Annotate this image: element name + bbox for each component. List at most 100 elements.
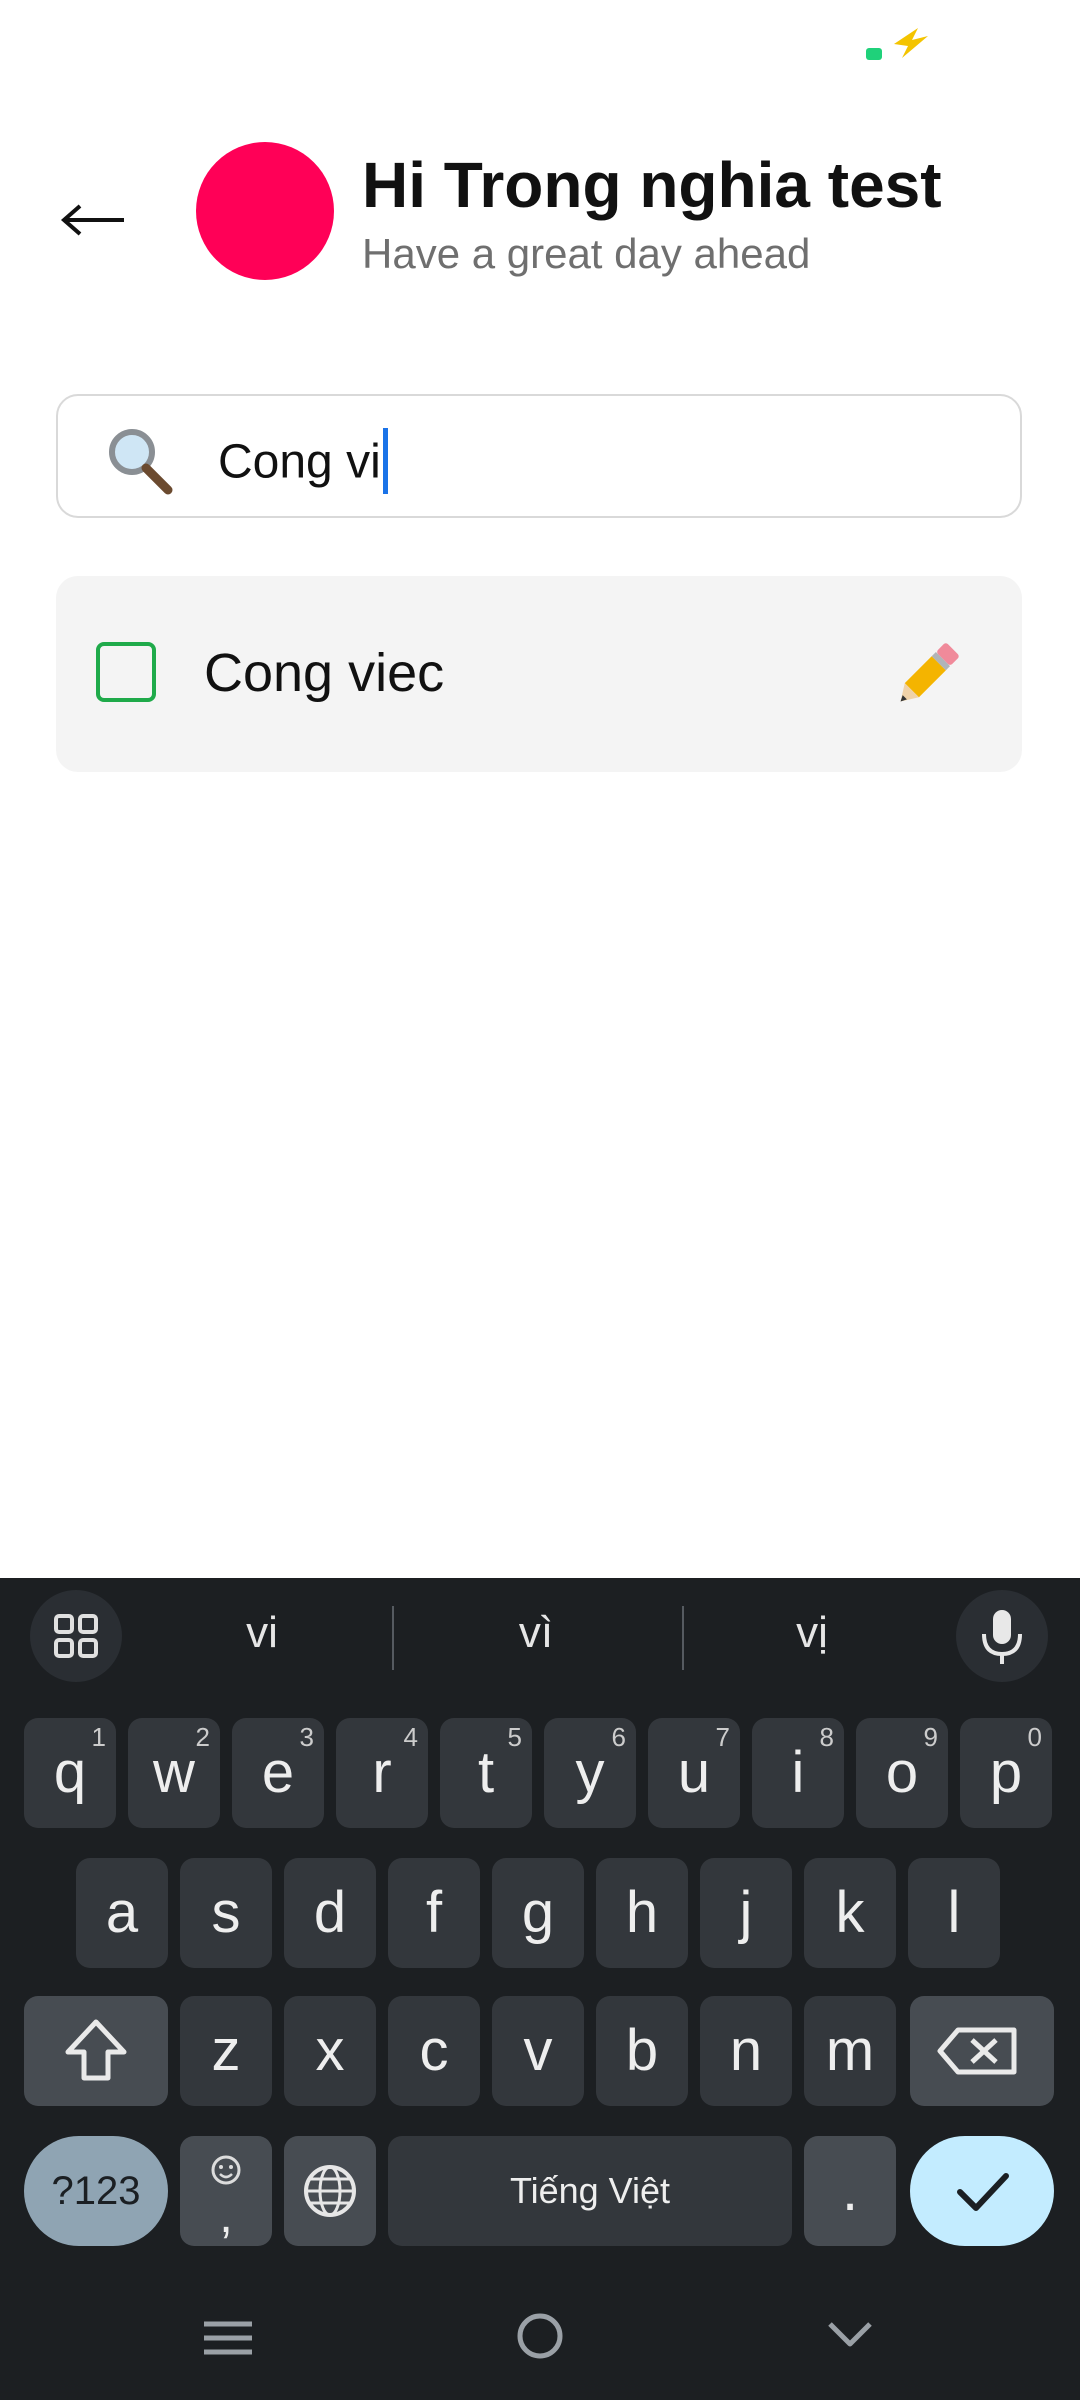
- greeting-subtitle: Have a great day ahead: [362, 230, 811, 277]
- menu-icon[interactable]: [198, 2314, 258, 2364]
- key-number-hint: 4: [403, 1722, 418, 1752]
- key-label: m: [825, 2018, 875, 2083]
- key-u[interactable]: u7: [648, 1718, 740, 1828]
- key-label: c: [419, 2018, 449, 2083]
- symbols-key[interactable]: ?123: [24, 2136, 168, 2246]
- chevron-down-icon[interactable]: [820, 2310, 880, 2360]
- key-label: e: [261, 1740, 295, 1805]
- period-key[interactable]: .: [804, 2136, 896, 2246]
- search-icon: [109, 429, 173, 495]
- greeting-title: Hi Trong nghia test: [362, 149, 942, 221]
- globe-icon: [304, 2165, 356, 2217]
- search-value-text: Cong vi: [218, 435, 381, 489]
- battery-charging-icon: [894, 28, 928, 58]
- key-label: t: [477, 1740, 495, 1805]
- key-t[interactable]: t5: [440, 1718, 532, 1828]
- navigation-bar: [0, 2270, 1080, 2400]
- key-label: s: [211, 1880, 241, 1945]
- key-number-hint: 2: [195, 1722, 210, 1752]
- task-item[interactable]: Cong viec: [56, 576, 1022, 772]
- key-a[interactable]: a: [76, 1858, 168, 1968]
- key-n[interactable]: n: [700, 1996, 792, 2106]
- key-label: u: [677, 1740, 711, 1805]
- key-e[interactable]: e3: [232, 1718, 324, 1828]
- key-number-hint: 6: [611, 1722, 626, 1752]
- language-key[interactable]: [284, 2136, 376, 2246]
- key-f[interactable]: f: [388, 1858, 480, 1968]
- microphone-icon: [982, 1610, 1022, 1664]
- task-label: Cong viec: [204, 643, 445, 703]
- search-input[interactable]: Cong vi: [56, 394, 1022, 518]
- comma-label: ,: [219, 2190, 233, 2243]
- key-label: v: [523, 2018, 553, 2083]
- keyboard-menu-button[interactable]: [30, 1590, 122, 1682]
- space-key[interactable]: Tiếng Việt: [388, 2136, 792, 2246]
- key-label: l: [947, 1880, 961, 1945]
- key-l[interactable]: l: [908, 1858, 1000, 1968]
- voice-input-button[interactable]: [956, 1590, 1048, 1682]
- key-j[interactable]: j: [700, 1858, 792, 1968]
- key-number-hint: 9: [923, 1722, 938, 1752]
- pencil-icon[interactable]: [886, 636, 966, 716]
- key-label: r: [372, 1740, 392, 1805]
- header: Hi Trong nghia test Have a great day ahe…: [0, 130, 1080, 290]
- backspace-key[interactable]: [910, 1996, 1054, 2106]
- home-icon[interactable]: [510, 2306, 570, 2366]
- suggestion-3[interactable]: vị: [712, 1608, 912, 1658]
- key-v[interactable]: v: [492, 1996, 584, 2106]
- key-h[interactable]: h: [596, 1858, 688, 1968]
- key-p[interactable]: p0: [960, 1718, 1052, 1828]
- shift-icon: [65, 2019, 127, 2081]
- key-q[interactable]: q1: [24, 1718, 116, 1828]
- key-label: i: [791, 1740, 805, 1805]
- key-label: f: [425, 1880, 443, 1945]
- suggestion-2[interactable]: vì: [436, 1608, 636, 1658]
- key-c[interactable]: c: [388, 1996, 480, 2106]
- key-x[interactable]: x: [284, 1996, 376, 2106]
- key-y[interactable]: y6: [544, 1718, 636, 1828]
- shift-key[interactable]: [24, 1996, 168, 2106]
- key-s[interactable]: s: [180, 1858, 272, 1968]
- search-value: Cong vi: [218, 428, 388, 498]
- key-m[interactable]: m: [804, 1996, 896, 2106]
- key-z[interactable]: z: [180, 1996, 272, 2106]
- task-checkbox[interactable]: [96, 642, 156, 702]
- key-w[interactable]: w2: [128, 1718, 220, 1828]
- key-label: q: [53, 1740, 87, 1805]
- key-r[interactable]: r4: [336, 1718, 428, 1828]
- avatar[interactable]: [196, 142, 334, 280]
- key-label: w: [153, 1740, 195, 1805]
- back-arrow-icon[interactable]: [60, 200, 130, 240]
- check-icon: [957, 2173, 1009, 2211]
- key-label: z: [211, 2018, 241, 2083]
- key-o[interactable]: o9: [856, 1718, 948, 1828]
- suggestion-divider: [392, 1606, 394, 1670]
- key-label: y: [575, 1740, 605, 1805]
- key-g[interactable]: g: [492, 1858, 584, 1968]
- suggestion-1[interactable]: vi: [162, 1608, 362, 1658]
- emoji-comma-key[interactable]: ,: [180, 2136, 272, 2246]
- key-number-hint: 0: [1027, 1722, 1042, 1752]
- key-number-hint: 3: [299, 1722, 314, 1752]
- key-number-hint: 5: [507, 1722, 522, 1752]
- enter-key[interactable]: [910, 2136, 1054, 2246]
- key-label: g: [521, 1880, 555, 1945]
- key-b[interactable]: b: [596, 1996, 688, 2106]
- key-label: j: [739, 1880, 753, 1945]
- key-number-hint: 7: [715, 1722, 730, 1752]
- suggestion-divider: [682, 1606, 684, 1670]
- key-i[interactable]: i8: [752, 1718, 844, 1828]
- key-number-hint: 8: [819, 1722, 834, 1752]
- key-label: n: [729, 2018, 763, 2083]
- key-label: a: [105, 1880, 139, 1945]
- suggestion-bar: vi vì vị: [0, 1578, 1080, 1698]
- status-bar: [0, 0, 1080, 70]
- key-label: d: [313, 1880, 347, 1945]
- key-label: p: [989, 1740, 1023, 1805]
- key-d[interactable]: d: [284, 1858, 376, 1968]
- key-label: x: [315, 2018, 345, 2083]
- key-label: o: [885, 1740, 919, 1805]
- grid-icon: [54, 1614, 98, 1658]
- key-k[interactable]: k: [804, 1858, 896, 1968]
- key-label: k: [835, 1880, 865, 1945]
